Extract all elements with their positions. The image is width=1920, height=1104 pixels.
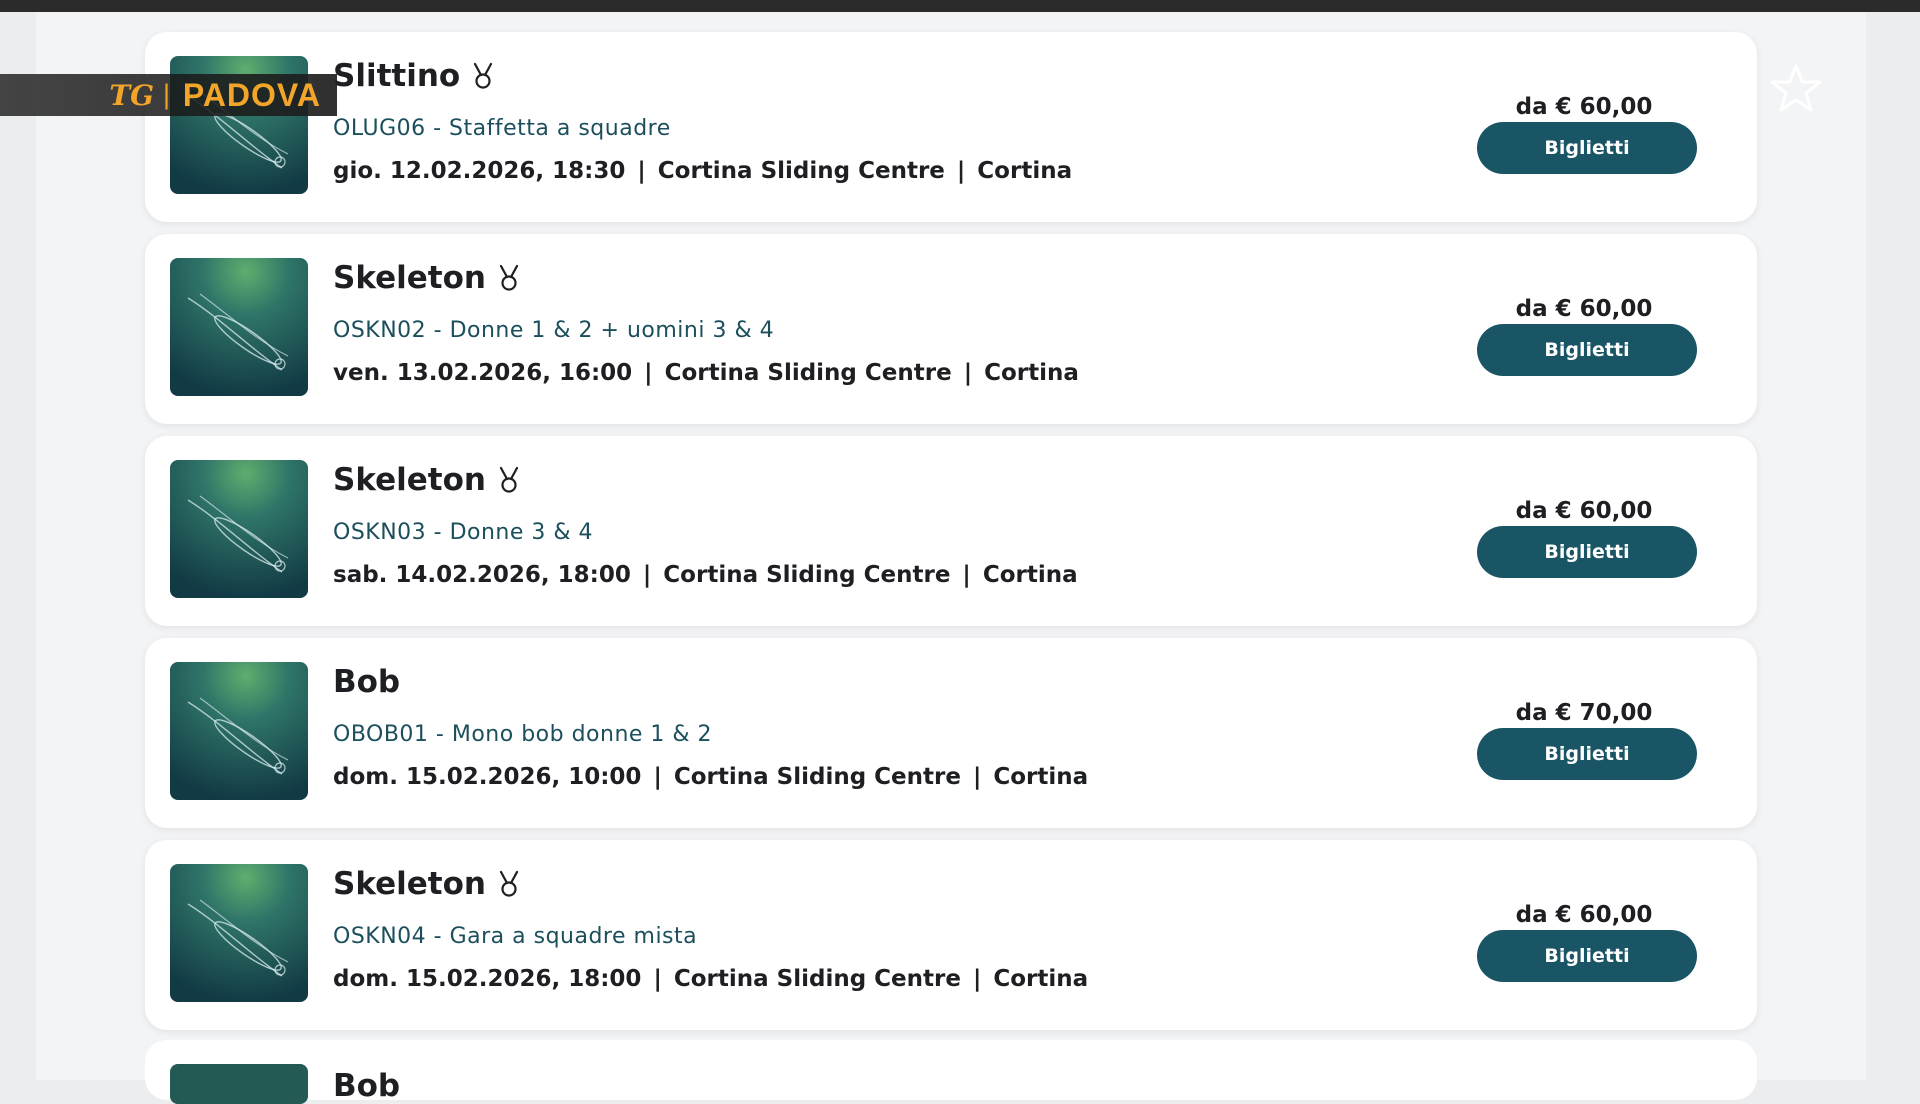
- event-city: Cortina: [993, 764, 1089, 790]
- event-thumbnail: [170, 662, 308, 800]
- event-price: da € 60,00: [1515, 296, 1653, 322]
- tickets-button[interactable]: Biglietti: [1477, 526, 1697, 578]
- event-price: da € 60,00: [1515, 498, 1653, 524]
- star-icon[interactable]: [1766, 60, 1826, 120]
- event-title-row: Skeleton: [333, 866, 520, 902]
- event-card: Skeleton OSKN04 - Gara a squadre mista d…: [145, 840, 1757, 1030]
- event-card-partial: Bob: [145, 1040, 1757, 1104]
- event-code: OSKN04 - Gara a squadre mista: [333, 924, 698, 949]
- separator: |: [972, 966, 982, 992]
- event-city: Cortina: [977, 158, 1073, 184]
- separator: |: [956, 158, 966, 184]
- event-code: OBOB01 - Mono bob donne 1 & 2: [333, 722, 713, 747]
- separator: |: [644, 360, 653, 386]
- tickets-button[interactable]: Biglietti: [1477, 324, 1697, 376]
- separator: |: [637, 158, 646, 184]
- event-title: Skeleton: [333, 866, 486, 902]
- event-card: Skeleton OSKN02 - Donne 1 & 2 + uomini 3…: [145, 234, 1757, 424]
- event-venue: Cortina Sliding Centre: [673, 764, 961, 790]
- medal-icon: [474, 62, 493, 89]
- event-title-row: Slittino: [333, 58, 494, 94]
- event-city: Cortina: [993, 966, 1089, 992]
- event-thumbnail: [170, 258, 308, 396]
- event-city: Cortina: [982, 562, 1078, 588]
- event-info: sab. 14.02.2026, 18:00 | Cortina Sliding…: [333, 562, 1078, 588]
- event-venue: Cortina Sliding Centre: [664, 360, 952, 386]
- event-title-row: Skeleton: [333, 462, 520, 498]
- separator: |: [962, 562, 971, 588]
- tickets-button[interactable]: Biglietti: [1477, 122, 1697, 174]
- event-datetime: dom. 15.02.2026, 10:00: [333, 764, 642, 790]
- event-card: Slittino OLUG06 - Staffetta a squadre gi…: [145, 32, 1757, 222]
- event-title: Bob: [333, 664, 401, 700]
- event-title: Bob: [333, 1068, 401, 1104]
- event-venue: Cortina Sliding Centre: [663, 562, 951, 588]
- separator: |: [963, 360, 973, 386]
- medal-icon: [499, 264, 519, 291]
- tv-channel-overlay: TG | PADOVA: [0, 74, 337, 116]
- separator: |: [653, 966, 662, 992]
- event-price: da € 60,00: [1515, 902, 1653, 928]
- event-title-row: Bob: [333, 664, 400, 700]
- event-datetime: ven. 13.02.2026, 16:00: [333, 360, 633, 386]
- tg-separator: |: [162, 80, 171, 110]
- tg-city-label: PADOVA: [182, 76, 321, 113]
- event-datetime: sab. 14.02.2026, 18:00: [333, 562, 631, 588]
- event-datetime: gio. 12.02.2026, 18:30: [333, 158, 626, 184]
- tickets-button[interactable]: Biglietti: [1477, 930, 1697, 982]
- event-thumbnail: [170, 1064, 308, 1104]
- separator: |: [653, 764, 662, 790]
- event-code: OSKN02 - Donne 1 & 2 + uomini 3 & 4: [333, 318, 775, 343]
- event-title-row: Skeleton: [333, 260, 520, 296]
- event-info: ven. 13.02.2026, 16:00 | Cortina Sliding…: [333, 360, 1079, 386]
- event-thumbnail: [170, 460, 308, 598]
- separator: |: [972, 764, 982, 790]
- event-code: OLUG06 - Staffetta a squadre: [333, 116, 671, 141]
- event-title: Slittino: [333, 58, 461, 94]
- event-thumbnail: [170, 864, 308, 1002]
- event-info: dom. 15.02.2026, 10:00 | Cortina Sliding…: [333, 764, 1088, 790]
- event-title: Skeleton: [333, 260, 486, 296]
- event-code: OSKN03 - Donne 3 & 4: [333, 520, 594, 545]
- event-card: Skeleton OSKN03 - Donne 3 & 4 sab. 14.02…: [145, 436, 1757, 626]
- event-title: Skeleton: [333, 462, 486, 498]
- separator: |: [642, 562, 652, 588]
- event-city: Cortina: [984, 360, 1079, 386]
- tickets-button[interactable]: Biglietti: [1477, 728, 1697, 780]
- medal-icon: [499, 870, 519, 897]
- browser-top-bar: [0, 0, 1920, 12]
- event-price: da € 70,00: [1515, 700, 1653, 726]
- event-venue: Cortina Sliding Centre: [657, 158, 945, 184]
- event-datetime: dom. 15.02.2026, 18:00: [333, 966, 642, 992]
- event-card: Bob OBOB01 - Mono bob donne 1 & 2 dom. 1…: [145, 638, 1757, 828]
- tg-logo: TG: [109, 78, 155, 112]
- event-info: gio. 12.02.2026, 18:30 | Cortina Sliding…: [333, 158, 1072, 184]
- event-price: da € 60,00: [1515, 94, 1653, 120]
- event-venue: Cortina Sliding Centre: [673, 966, 961, 992]
- event-info: dom. 15.02.2026, 18:00 | Cortina Sliding…: [333, 966, 1088, 992]
- medal-icon: [499, 466, 519, 493]
